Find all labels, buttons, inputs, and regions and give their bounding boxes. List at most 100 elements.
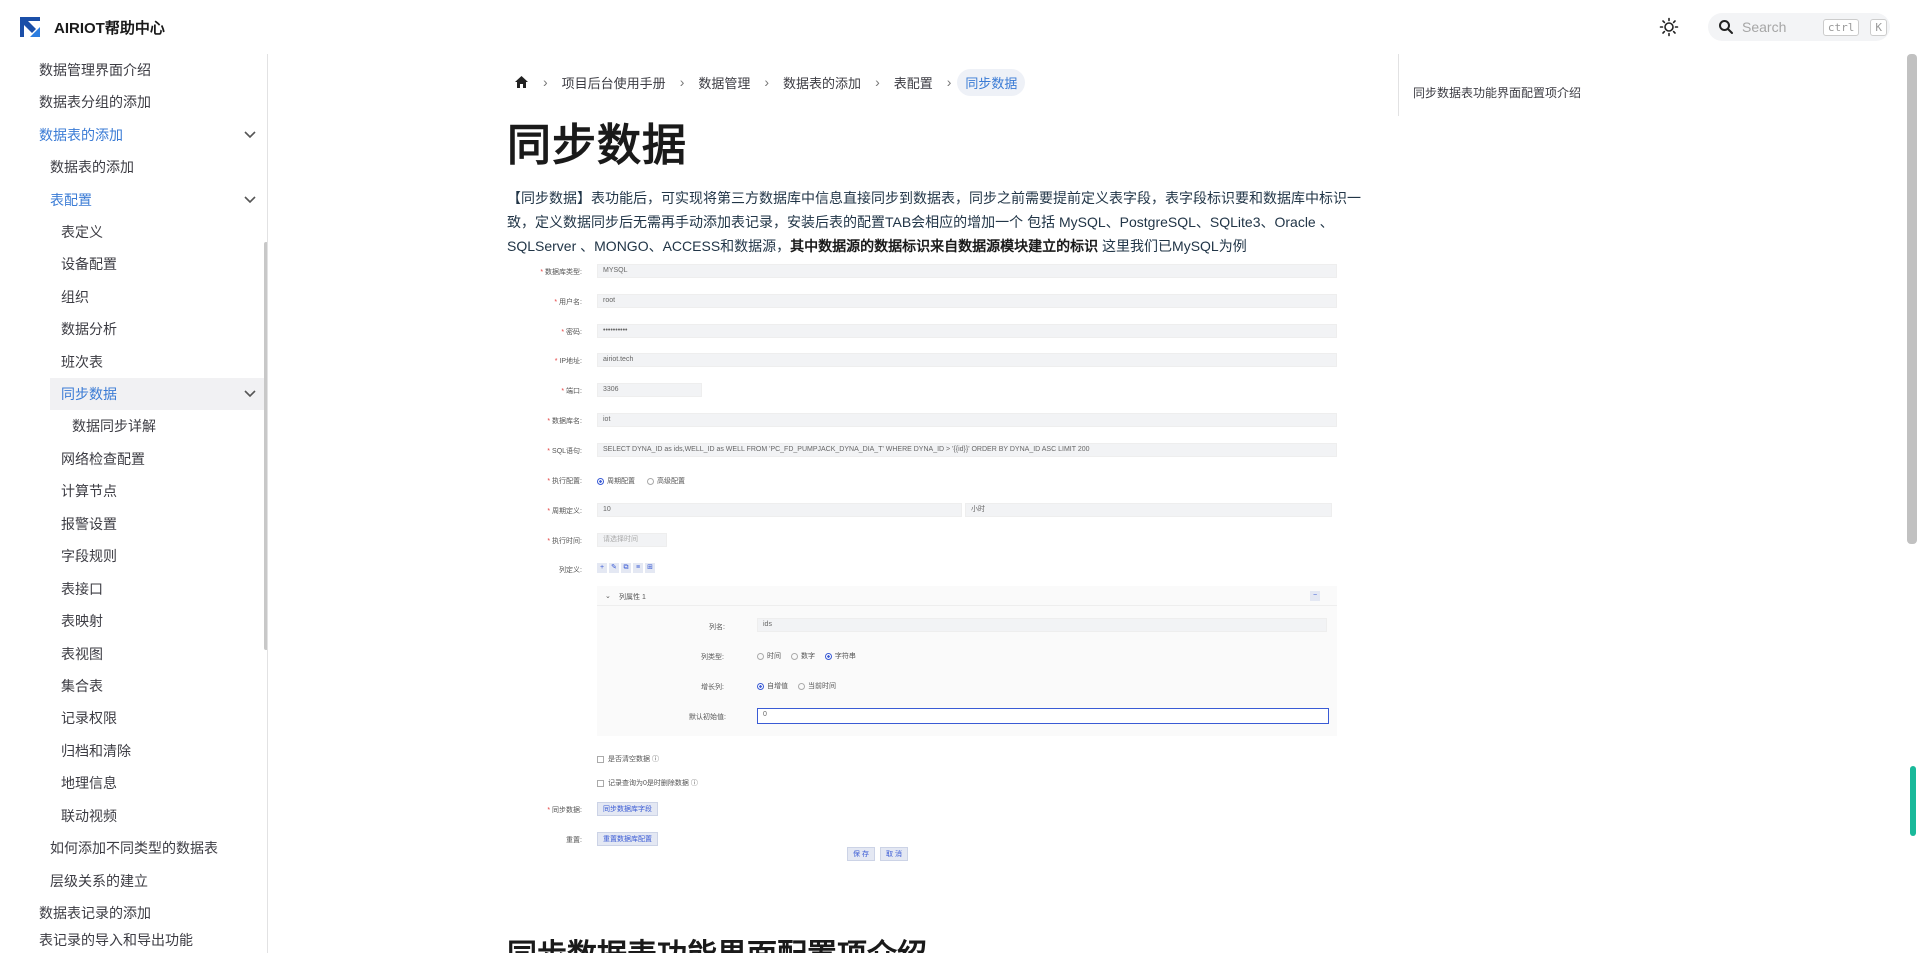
radio-label: 自增值	[767, 683, 788, 690]
sidebar-item-network-check[interactable]: 网络检查配置	[61, 443, 259, 475]
form-label: * 端口:	[561, 388, 582, 395]
page-scrollbar[interactable]	[1907, 54, 1917, 544]
sidebar-item-table-definition[interactable]: 表定义	[61, 216, 259, 248]
form-row-db-type: * 数据库类型: MYSQL	[507, 264, 1362, 279]
cancel-button: 取 消	[880, 847, 908, 861]
sidebar-item-hierarchy[interactable]: 层级关系的建立	[50, 865, 259, 897]
sidebar-item-table-view[interactable]: 表视图	[61, 638, 259, 670]
user-field: root	[597, 294, 1337, 308]
delete-data-checkbox: 记录查询为0是时删除数据 ⓘ	[597, 778, 698, 788]
sidebar-item-label: 联动视频	[61, 808, 117, 824]
radio-off-icon	[757, 652, 764, 660]
radio-off-icon	[646, 477, 654, 485]
sidebar-item-organization[interactable]: 组织	[61, 281, 259, 313]
sidebar-item-import-export[interactable]: 表记录的导入和导出功能	[39, 924, 259, 953]
sidebar-item-label: 数据同步详解	[72, 418, 156, 434]
sidebar-item-table-interface[interactable]: 表接口	[61, 573, 259, 605]
breadcrumb-item[interactable]: 数据表的添加	[775, 69, 869, 96]
sidebar-item-label: 设备配置	[61, 256, 117, 272]
sidebar-item-alarm-settings[interactable]: 报警设置	[61, 508, 259, 540]
port-field: 3306	[597, 383, 702, 397]
sidebar-item-geo-info[interactable]: 地理信息	[61, 767, 259, 799]
radio-label: 时间	[767, 653, 781, 660]
sidebar-item-field-rules[interactable]: 字段规则	[61, 540, 259, 572]
sidebar-item-shift-table[interactable]: 班次表	[61, 346, 259, 378]
form-row-sql: * SQL语句: SELECT DYNA_ID as ids,WELL_ID as…	[507, 443, 1362, 458]
form-label: * 用户名:	[554, 299, 582, 306]
sidebar-item-sync-detail[interactable]: 数据同步详解	[72, 410, 259, 442]
form-row-sync: * 同步数据: 同步数据库字段	[507, 802, 1362, 817]
sidebar-scrollbar[interactable]	[264, 242, 267, 650]
sidebar-item-label: 报警设置	[61, 516, 117, 532]
sidebar-item-label: 数据分析	[61, 321, 117, 337]
sidebar-item-add-table-types[interactable]: 如何添加不同类型的数据表	[50, 832, 259, 864]
toc-link[interactable]: 同步数据表功能界面配置项介绍	[1413, 84, 1581, 101]
breadcrumb-home[interactable]	[506, 71, 537, 93]
sidebar-item-label: 地理信息	[61, 775, 117, 791]
sidebar-item-table-add-sub[interactable]: 数据表的添加	[50, 151, 259, 183]
sidebar-item-label: 数据表记录的添加	[39, 905, 151, 921]
logo[interactable]: AIRIOT帮助中心	[14, 11, 165, 43]
kbd-ctrl: ctrl	[1822, 18, 1860, 36]
form-label: 列定义:	[559, 567, 582, 574]
edit-icon: ✎	[609, 563, 619, 573]
sidebar-item-label: 同步数据	[61, 386, 117, 402]
chevron-down-icon[interactable]	[241, 126, 259, 144]
form-row-port: * 端口: 3306	[507, 383, 1362, 398]
chevron-down-icon[interactable]	[241, 385, 259, 403]
sidebar-item-table-add[interactable]: 数据表的添加	[39, 119, 259, 151]
breadcrumb-item[interactable]: 表配置	[886, 69, 941, 96]
sidebar-item-label: 班次表	[61, 354, 103, 370]
exec-time-field: 请选择时间	[597, 533, 667, 547]
exec-radio-group: 周期配置 高级配置	[597, 476, 685, 486]
dbname-field: iot	[597, 413, 1337, 427]
form-label: * 周期定义:	[547, 508, 582, 515]
sidebar-item-table-group-add[interactable]: 数据表分组的添加	[39, 86, 259, 118]
sun-icon	[1659, 17, 1679, 37]
sidebar-item-device-config[interactable]: 设备配置	[61, 248, 259, 280]
sidebar-item-data-management-intro[interactable]: 数据管理界面介绍	[39, 54, 259, 86]
breadcrumb: › 项目后台使用手册 › 数据管理 › 数据表的添加 › 表配置 › 同步数据	[506, 68, 1026, 96]
chevron-right-icon: ›	[679, 74, 685, 90]
sidebar-item-record-permission[interactable]: 记录权限	[61, 702, 259, 734]
main-content: › 项目后台使用手册 › 数据管理 › 数据表的添加 › 表配置 › 同步数据 …	[269, 54, 1899, 953]
radio-on-icon	[757, 682, 764, 690]
scroll-position-marker	[1910, 766, 1916, 836]
sidebar-item-data-analysis[interactable]: 数据分析	[61, 313, 259, 345]
search-input[interactable]: Search ctrl K	[1708, 13, 1890, 41]
sidebar-item-table-mapping[interactable]: 表映射	[61, 605, 259, 637]
sidebar-item-label: 表配置	[50, 192, 92, 208]
form-label: * 执行配置:	[547, 478, 582, 485]
form-row-exec: * 执行配置: 周期配置 高级配置	[507, 473, 1362, 488]
sidebar-item-label: 表映射	[61, 613, 103, 629]
checkbox-icon	[597, 779, 604, 787]
sidebar-item-linked-video[interactable]: 联动视频	[61, 800, 259, 832]
sidebar-item-sync-data[interactable]: 同步数据	[50, 378, 264, 410]
section-heading: 同步数据表功能界面配置项介绍	[507, 930, 927, 953]
sidebar-item-table-config[interactable]: 表配置	[50, 184, 259, 216]
sidebar-item-label: 表记录的导入和导出功能	[39, 932, 193, 948]
breadcrumb-item[interactable]: 项目后台使用手册	[554, 69, 674, 96]
form-label: * IP地址:	[554, 358, 582, 365]
form-label: * 执行时间:	[547, 538, 582, 545]
sync-fields-button: 同步数据库字段	[597, 802, 658, 816]
chevron-down-icon[interactable]	[241, 191, 259, 209]
incr-radio-group: 自增值 当前时间	[757, 681, 836, 691]
sidebar-item-archive-clear[interactable]: 归档和清除	[61, 735, 259, 767]
sidebar-item-collection-table[interactable]: 集合表	[61, 670, 259, 702]
save-button: 保 存	[847, 847, 875, 861]
kbd-k: K	[1870, 18, 1887, 36]
breadcrumb-item[interactable]: 数据管理	[690, 69, 758, 96]
radio-label: 当前时间	[807, 683, 836, 690]
sidebar-item-label: 计算节点	[61, 483, 117, 499]
theme-toggle-button[interactable]	[1656, 14, 1682, 40]
form-label: 列名:	[709, 624, 725, 631]
password-field: ••••••••••	[597, 324, 1337, 338]
form-label: 默认初始值:	[689, 714, 726, 721]
radio-on-icon	[824, 652, 832, 660]
search-placeholder: Search	[1742, 19, 1787, 35]
clear-data-checkbox: 是否清空数据 ⓘ	[597, 754, 659, 764]
column-subpanel: ⌄ 列属性 1 − 列名: ids 列类型: 时间 数字 字符串 增长列: 自增…	[597, 586, 1337, 736]
form-label: 列类型:	[701, 654, 724, 661]
sidebar-item-compute-node[interactable]: 计算节点	[61, 475, 259, 507]
